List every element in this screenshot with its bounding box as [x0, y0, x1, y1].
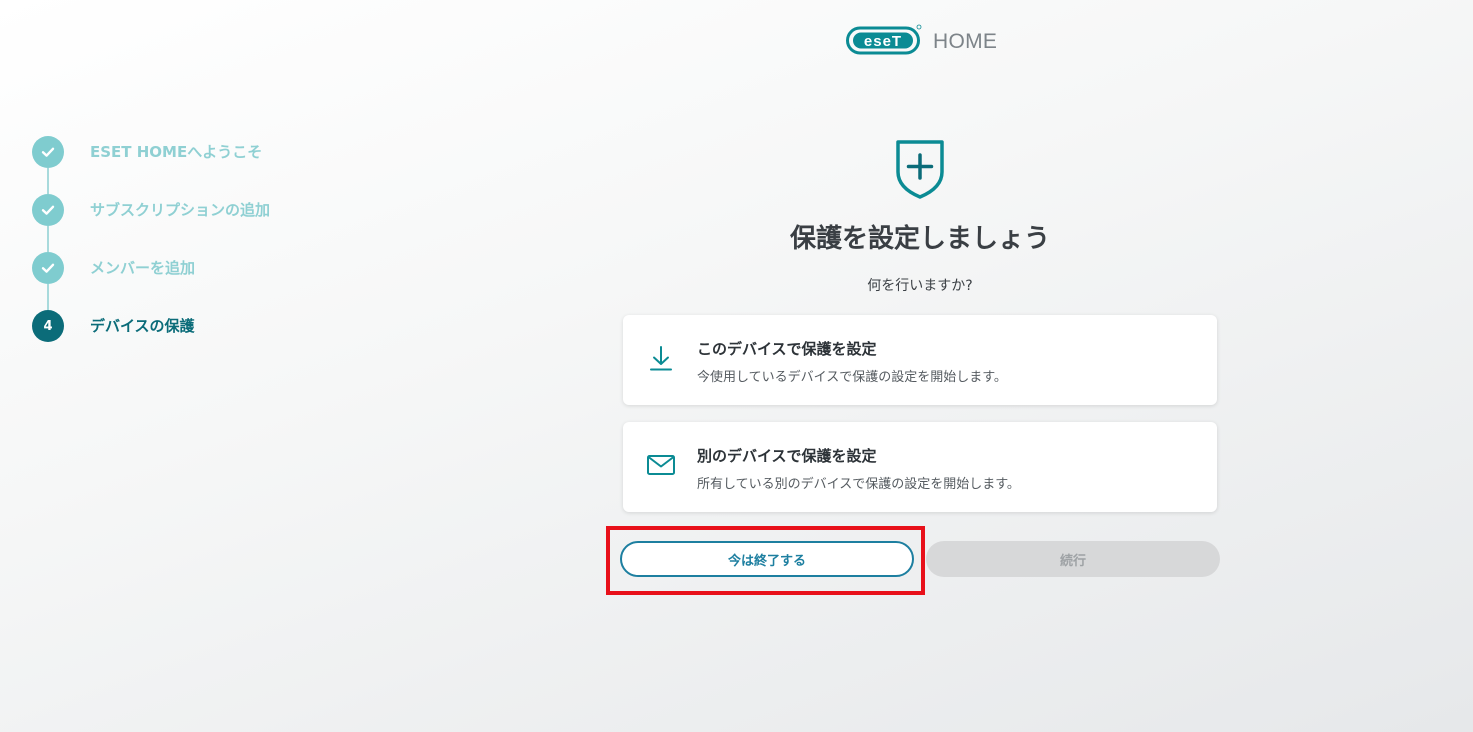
- step-welcome: ESET HOMEへようこそ: [32, 136, 270, 194]
- option-title: 別のデバイスで保護を設定: [697, 447, 877, 465]
- continue-button[interactable]: 続行: [926, 541, 1220, 577]
- step-label: メンバーを追加: [90, 259, 196, 277]
- step-add-subscription: サブスクリプションの追加: [32, 194, 270, 252]
- page-subtitle: 何を行いますか?: [867, 278, 973, 294]
- step-protect-device: 4 デバイスの保護: [32, 310, 270, 368]
- eset-logo-icon: eseT: [846, 24, 922, 55]
- mail-icon: [647, 455, 675, 475]
- option-description: 今使用しているデバイスで保護の設定を開始します。: [697, 370, 1007, 385]
- step-connector: [47, 226, 49, 252]
- step-label: デバイスの保護: [90, 317, 195, 335]
- eset-home-logo: eseT HOME: [846, 24, 997, 56]
- step-complete-icon: [32, 252, 64, 284]
- option-this-device[interactable]: このデバイスで保護を設定 今使用しているデバイスで保護の設定を開始します。: [623, 315, 1217, 405]
- setup-stepper: ESET HOMEへようこそ サブスクリプションの追加 メンバーを追加 4 デバ…: [32, 136, 270, 368]
- svg-text:eseT: eseT: [864, 33, 902, 50]
- step-number-badge: 4: [32, 310, 64, 342]
- step-connector: [47, 168, 49, 194]
- step-connector: [47, 284, 49, 310]
- finish-later-button[interactable]: 今は終了する: [620, 541, 914, 577]
- logo-product-name: HOME: [933, 29, 998, 53]
- step-label: ESET HOMEへようこそ: [90, 143, 263, 161]
- shield-plus-icon: [896, 140, 944, 199]
- step-complete-icon: [32, 136, 64, 168]
- option-title: このデバイスで保護を設定: [697, 340, 877, 358]
- step-label: サブスクリプションの追加: [90, 201, 271, 219]
- option-other-device[interactable]: 別のデバイスで保護を設定 所有している別のデバイスで保護の設定を開始します。: [623, 422, 1217, 512]
- download-icon: [650, 346, 672, 371]
- step-complete-icon: [32, 194, 64, 226]
- step-add-members: メンバーを追加: [32, 252, 270, 310]
- page-title: 保護を設定しましょう: [789, 224, 1050, 254]
- option-description: 所有している別のデバイスで保護の設定を開始します。: [697, 477, 1020, 492]
